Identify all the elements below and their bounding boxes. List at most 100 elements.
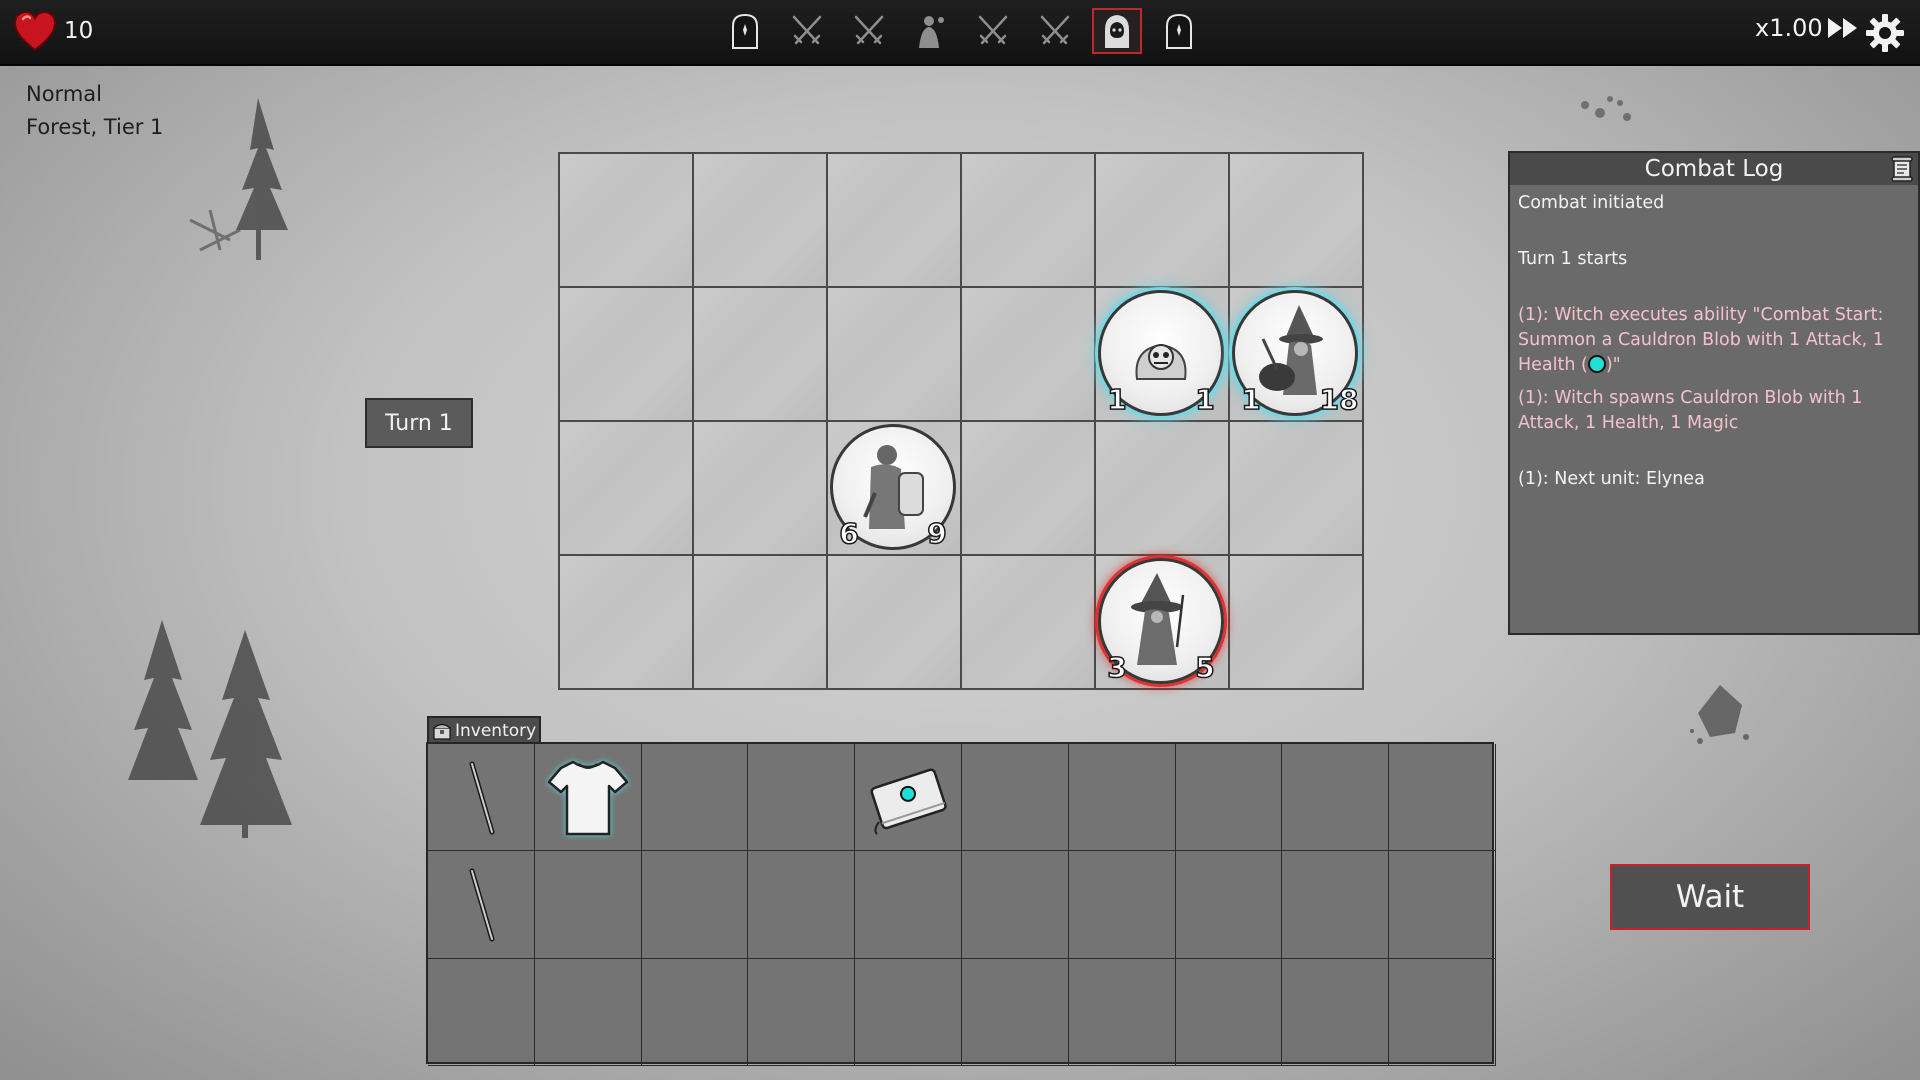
route-node-reaper-icon bbox=[1092, 8, 1142, 54]
inventory-slot[interactable] bbox=[962, 959, 1069, 1066]
inventory-grid bbox=[426, 742, 1494, 1064]
stick-icon[interactable] bbox=[436, 752, 526, 842]
inventory-slot[interactable] bbox=[1282, 851, 1389, 958]
combat-log-panel[interactable]: Combat Log Combat initiated Turn 1 start… bbox=[1508, 151, 1920, 635]
board-cell[interactable] bbox=[694, 422, 828, 556]
location-label: Forest, Tier 1 bbox=[26, 115, 163, 139]
inventory-slot[interactable] bbox=[642, 851, 749, 958]
difficulty-label: Normal bbox=[26, 82, 102, 106]
stick-icon[interactable] bbox=[436, 859, 526, 949]
unit-health-stat: 5 bbox=[1185, 651, 1225, 685]
inventory-slot[interactable] bbox=[1389, 851, 1496, 958]
board-cell[interactable] bbox=[694, 288, 828, 422]
inventory-slot[interactable] bbox=[1389, 744, 1496, 851]
inventory-slot[interactable] bbox=[1069, 959, 1176, 1066]
inventory-slot[interactable] bbox=[1069, 851, 1176, 958]
scroll-icon[interactable] bbox=[1890, 156, 1914, 182]
inventory-slot[interactable] bbox=[1389, 959, 1496, 1066]
inventory-slot[interactable] bbox=[748, 851, 855, 958]
board-cell[interactable] bbox=[1230, 422, 1364, 556]
unit-attack-stat: 6 bbox=[829, 517, 869, 551]
inventory-slot[interactable] bbox=[428, 744, 535, 851]
route-node-crossed-swords-icon bbox=[968, 8, 1018, 54]
inventory-slot[interactable] bbox=[642, 744, 749, 851]
route-node-tombstone-icon bbox=[720, 8, 770, 54]
inventory-slot[interactable] bbox=[428, 959, 535, 1066]
inventory-slot[interactable] bbox=[642, 959, 749, 1066]
merchant-icon bbox=[913, 12, 949, 50]
lives-display: 10 bbox=[12, 8, 93, 54]
battle-board bbox=[558, 152, 1364, 690]
unit-health-stat: 18 bbox=[1319, 383, 1359, 417]
inventory-slot[interactable] bbox=[855, 959, 962, 1066]
gear-icon[interactable] bbox=[1864, 12, 1906, 54]
lives-count: 10 bbox=[64, 18, 93, 44]
inventory-slot[interactable] bbox=[1176, 851, 1283, 958]
speed-toggle[interactable]: x1.00 bbox=[1755, 14, 1859, 42]
inventory-slot[interactable] bbox=[962, 744, 1069, 851]
wait-button[interactable]: Wait bbox=[1610, 864, 1810, 930]
crossed-swords-icon bbox=[1037, 12, 1073, 50]
magic-orb-icon bbox=[1588, 355, 1606, 373]
inventory-title: Inventory bbox=[455, 721, 536, 741]
log-entry: (1): Witch executes ability "Combat Star… bbox=[1518, 303, 1910, 378]
log-entry: (1): Next unit: Elynea bbox=[1518, 467, 1910, 492]
inventory-slot[interactable] bbox=[855, 744, 962, 851]
inventory-slot[interactable] bbox=[855, 851, 962, 958]
board-cell[interactable] bbox=[560, 154, 694, 288]
board-cell[interactable] bbox=[1096, 154, 1230, 288]
log-entry-text: (1): Witch executes ability "Combat Star… bbox=[1518, 305, 1884, 375]
board-cell[interactable] bbox=[1230, 154, 1364, 288]
log-entry: (1): Witch spawns Cauldron Blob with 1 A… bbox=[1518, 386, 1910, 436]
unit-attack-stat: 1 bbox=[1097, 383, 1137, 417]
board-cell[interactable] bbox=[962, 422, 1096, 556]
board-cell[interactable] bbox=[962, 288, 1096, 422]
unit-witch[interactable]: 118 bbox=[1232, 290, 1358, 416]
board-cell[interactable] bbox=[1096, 422, 1230, 556]
inventory-slot[interactable] bbox=[535, 959, 642, 1066]
reaper-icon bbox=[1099, 12, 1135, 50]
board-cell[interactable] bbox=[560, 556, 694, 690]
unit-knight[interactable]: 69 bbox=[830, 424, 956, 550]
tshirt-icon[interactable] bbox=[543, 752, 633, 842]
combat-log-header: Combat Log bbox=[1510, 153, 1918, 185]
board-cell[interactable] bbox=[828, 556, 962, 690]
inventory-slot[interactable] bbox=[428, 851, 535, 958]
inventory-slot[interactable] bbox=[535, 851, 642, 958]
fast-forward-icon bbox=[1827, 16, 1859, 40]
inventory-slot[interactable] bbox=[1176, 744, 1283, 851]
route-map bbox=[720, 8, 1216, 54]
board-cell[interactable] bbox=[694, 154, 828, 288]
chest-icon bbox=[433, 722, 451, 740]
board-cell[interactable] bbox=[560, 288, 694, 422]
inventory-slot[interactable] bbox=[1069, 744, 1176, 851]
inventory-slot[interactable] bbox=[748, 744, 855, 851]
inventory-slot[interactable] bbox=[1282, 959, 1389, 1066]
inventory-slot[interactable] bbox=[1282, 744, 1389, 851]
route-node-crossed-swords-icon bbox=[844, 8, 894, 54]
pine-tree-cluster-decoration bbox=[110, 610, 340, 840]
board-cell[interactable] bbox=[694, 556, 828, 690]
shrub-decoration bbox=[1565, 85, 1645, 135]
log-entry: Combat initiated bbox=[1518, 191, 1910, 216]
inventory-slot[interactable] bbox=[748, 959, 855, 1066]
log-entry: Turn 1 starts bbox=[1518, 247, 1910, 272]
unit-attack-stat: 3 bbox=[1097, 651, 1137, 685]
inventory-slot[interactable] bbox=[1176, 959, 1283, 1066]
board-cell[interactable] bbox=[560, 422, 694, 556]
route-node-crossed-swords-icon bbox=[782, 8, 832, 54]
inventory-tab[interactable]: Inventory bbox=[427, 716, 541, 743]
board-cell[interactable] bbox=[962, 154, 1096, 288]
inventory-slot[interactable] bbox=[535, 744, 642, 851]
spellbook-icon[interactable] bbox=[863, 752, 953, 842]
board-cell[interactable] bbox=[828, 288, 962, 422]
board-cell[interactable] bbox=[962, 556, 1096, 690]
board-cell[interactable] bbox=[828, 154, 962, 288]
turn-indicator: Turn 1 bbox=[365, 398, 473, 448]
unit-elynea[interactable]: 35 bbox=[1098, 558, 1224, 684]
unit-cauldron-blob[interactable]: 11 bbox=[1098, 290, 1224, 416]
inventory-slot[interactable] bbox=[962, 851, 1069, 958]
pine-tree-decoration bbox=[170, 90, 310, 270]
board-cell[interactable] bbox=[1230, 556, 1364, 690]
route-node-crossed-swords-icon bbox=[1030, 8, 1080, 54]
